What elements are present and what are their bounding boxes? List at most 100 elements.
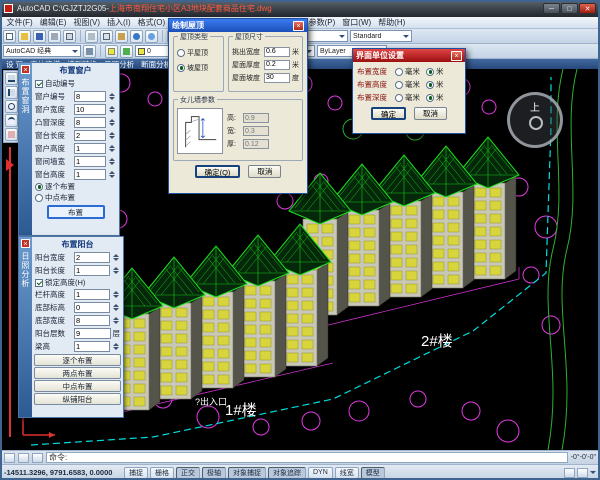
dyn-toggle[interactable]: DYN (308, 467, 333, 479)
layout2-tab-icon[interactable] (32, 453, 43, 463)
plot-icon[interactable] (48, 30, 61, 43)
window-number-input[interactable] (74, 91, 106, 102)
sloped-roof-radio[interactable] (177, 64, 185, 72)
palette-close-icon[interactable]: × (21, 65, 30, 74)
annotation-scale-icon[interactable] (577, 468, 588, 478)
menu-file[interactable]: 文件(F) (3, 17, 36, 28)
spinner[interactable] (108, 169, 116, 180)
sill-length-input[interactable] (74, 130, 106, 141)
menu-help[interactable]: 帮助(H) (375, 17, 409, 28)
m-radio[interactable] (426, 81, 434, 89)
undo-icon[interactable] (130, 30, 143, 43)
cancel-button[interactable]: 取消 (414, 107, 447, 120)
m-radio[interactable] (426, 94, 434, 102)
menu-view[interactable]: 视图(V) (70, 17, 104, 28)
menu-edit[interactable]: 编辑(E) (36, 17, 70, 28)
dialog-close-icon[interactable]: × (293, 21, 304, 31)
ok-button[interactable]: 确定 (371, 107, 406, 120)
erase-icon[interactable] (5, 128, 18, 141)
plugin-menu-section-analysis[interactable]: 断面分析 (141, 59, 171, 70)
window-width-input[interactable] (74, 104, 106, 115)
status-menu-arrow-icon[interactable] (590, 471, 596, 477)
window-titlebar[interactable]: AutoCAD C:\GJZTJ2G05-上海市南翔住宅小区A3地块配套商品住宅… (0, 0, 600, 17)
balcony-width-input[interactable] (74, 252, 110, 263)
workspace-settings-icon[interactable] (83, 45, 96, 58)
slope-input[interactable] (264, 73, 290, 83)
paste-icon[interactable] (115, 30, 128, 43)
bottom-width-input[interactable] (74, 315, 110, 326)
maximize-button[interactable]: □ (561, 3, 578, 14)
grid-toggle[interactable]: 栅格 (150, 467, 174, 479)
place-single-button[interactable]: 逐个布置 (34, 354, 121, 366)
layout1-tab-icon[interactable] (18, 453, 29, 463)
plot-preview-icon[interactable] (63, 30, 76, 43)
sill-height-input[interactable] (74, 169, 106, 180)
spinner[interactable] (108, 156, 116, 167)
pier-width-input[interactable] (74, 156, 106, 167)
mode-single-radio[interactable] (35, 183, 43, 191)
spinner[interactable] (112, 315, 120, 326)
bay-depth-input[interactable] (74, 117, 106, 128)
navigation-wheel[interactable]: 上 (507, 92, 563, 148)
palette-close-icon[interactable]: × (21, 239, 30, 248)
overhang-input[interactable] (264, 47, 290, 57)
copy-icon[interactable] (100, 30, 113, 43)
new-file-icon[interactable] (3, 30, 16, 43)
ok-button[interactable]: 确定(Q) (195, 165, 241, 178)
spinner[interactable] (112, 341, 120, 352)
open-file-icon[interactable] (18, 30, 31, 43)
dialog-titlebar[interactable]: 绘制屋顶 × (169, 19, 307, 32)
minimize-button[interactable]: ─ (543, 3, 560, 14)
m-radio[interactable] (426, 68, 434, 76)
flat-roof-radio[interactable] (177, 49, 185, 57)
cancel-button[interactable]: 取消 (248, 165, 281, 178)
railing-height-input[interactable] (74, 289, 110, 300)
save-icon[interactable] (33, 30, 46, 43)
spinner[interactable] (112, 289, 120, 300)
polar-toggle[interactable]: 极轴 (202, 467, 226, 479)
snap-toggle[interactable]: 捕捉 (124, 467, 148, 479)
layer-states-icon[interactable] (120, 45, 133, 58)
spinner[interactable] (108, 143, 116, 154)
mode-midpoint-radio[interactable] (35, 194, 43, 202)
dialog-titlebar[interactable]: 界面单位设置 × (353, 49, 465, 62)
spinner[interactable] (108, 91, 116, 102)
lineweight-toggle[interactable]: 线宽 (335, 467, 359, 479)
balcony-length-input[interactable] (74, 265, 110, 276)
spinner[interactable] (112, 265, 120, 276)
spinner[interactable] (108, 117, 116, 128)
spinner[interactable] (112, 302, 120, 313)
model-tab-icon[interactable] (4, 453, 15, 463)
layer-properties-icon[interactable] (105, 45, 118, 58)
model-toggle[interactable]: 模型 (361, 467, 385, 479)
workspace-combo[interactable]: AutoCAD 经典 (3, 45, 81, 57)
beam-height-input[interactable] (74, 341, 110, 352)
place-two-point-button[interactable]: 两点布置 (34, 367, 121, 379)
thickness-input[interactable] (264, 60, 290, 70)
polyline-icon[interactable] (5, 86, 18, 99)
palette-titlebar-vertical[interactable]: × 布置窗洞 (19, 63, 32, 235)
place-button[interactable]: 布置 (47, 205, 105, 219)
dialog-close-icon[interactable]: × (451, 51, 462, 61)
mm-radio[interactable] (395, 68, 403, 76)
command-input[interactable]: 命令: (46, 452, 568, 463)
menu-insert[interactable]: 插入(I) (104, 17, 135, 28)
spinner[interactable] (108, 130, 116, 141)
clean-screen-icon[interactable] (564, 468, 575, 478)
menu-format[interactable]: 格式(O) (134, 17, 169, 28)
place-along-button[interactable]: 纵铺阳台 (34, 393, 121, 405)
arc-icon[interactable] (5, 114, 18, 127)
line-icon[interactable] (5, 72, 18, 85)
textstyle-combo[interactable]: Standard (350, 30, 412, 42)
spinner[interactable] (112, 252, 120, 263)
spinner[interactable] (108, 104, 116, 115)
otrack-toggle[interactable]: 对象追踪 (268, 467, 306, 479)
redo-icon[interactable] (145, 30, 158, 43)
window-height-input[interactable] (74, 143, 106, 154)
place-midpoint-button[interactable]: 中点布置 (34, 380, 121, 392)
floor-count-input[interactable] (74, 328, 111, 339)
osnap-toggle[interactable]: 对象捕捉 (228, 467, 266, 479)
mm-radio[interactable] (395, 94, 403, 102)
cut-icon[interactable] (85, 30, 98, 43)
lock-height-checkbox[interactable] (35, 279, 43, 287)
